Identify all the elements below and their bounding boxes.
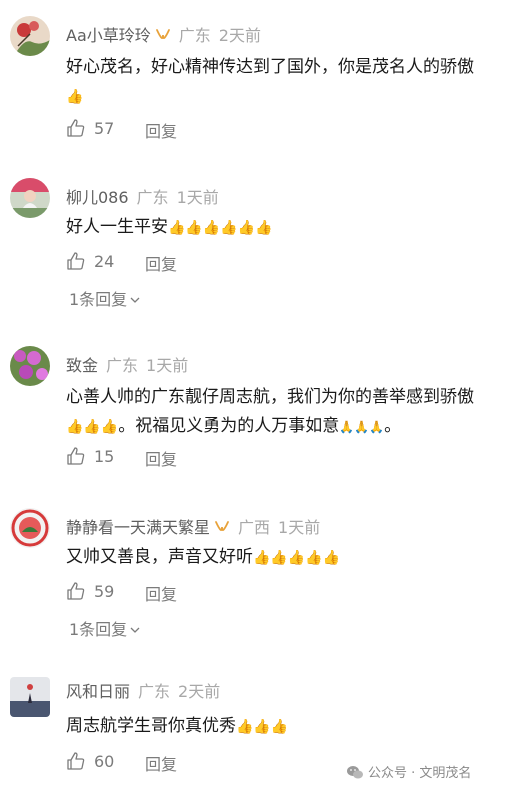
comment-header: 柳儿086 广东 1天前 xyxy=(66,187,219,209)
pray-emoji: 🙏🙏🙏 xyxy=(339,420,385,434)
comment-body: 好心茂名，好心精神传达到了国外，你是茂名人的骄傲 xyxy=(66,57,474,77)
thumbs-up-emoji: 👍👍👍 xyxy=(66,419,119,435)
location: 广东 xyxy=(138,682,171,701)
avatar[interactable] xyxy=(10,16,50,56)
comment-header: 致金 广东 1天前 xyxy=(66,355,188,377)
comment-header: 风和日丽 广东 2天前 xyxy=(66,681,220,703)
reply-button[interactable]: 回复 xyxy=(145,751,177,775)
comment-actions: 24 回复 xyxy=(66,251,177,275)
username[interactable]: 致金 xyxy=(66,356,98,375)
thumbs-up-emoji: 👍👍👍👍👍 xyxy=(253,550,341,566)
thumbs-up-icon xyxy=(66,251,86,275)
like-count: 59 xyxy=(94,582,115,601)
comment-body: 又帅又善良，声音又好听 xyxy=(66,547,253,567)
avatar[interactable] xyxy=(10,346,50,386)
wechat-icon xyxy=(346,765,364,784)
like-button[interactable]: 60 xyxy=(66,752,114,771)
view-replies-link[interactable]: 1条回复 xyxy=(69,286,140,310)
fan-badge-icon xyxy=(155,27,171,49)
comment-item: 静静看一天满天繁星 广西 1天前 又帅又善良，声音又好听👍👍👍👍👍 59 回复 1条… xyxy=(0,508,509,643)
thumbs-up-emoji: 👍👍👍 xyxy=(236,719,289,735)
comment-text: 心善人帅的广东靓仔周志航，我们为你的善举感到骄傲 👍👍👍。祝福见义勇为的人万事如… xyxy=(66,383,496,442)
replies-count: 1条回复 xyxy=(69,290,128,309)
location: 广东 xyxy=(136,188,169,207)
comment-item: 致金 广东 1天前 心善人帅的广东靓仔周志航，我们为你的善举感到骄傲 👍👍👍。祝福见… xyxy=(0,346,509,476)
comment-body-cont: 。祝福见义勇为的人万事如意 xyxy=(118,416,340,436)
reply-button[interactable]: 回复 xyxy=(145,251,177,275)
username[interactable]: 风和日丽 xyxy=(66,682,130,701)
view-replies-link[interactable]: 1条回复 xyxy=(69,616,140,640)
comment-body: 心善人帅的广东靓仔周志航，我们为你的善举感到骄傲 xyxy=(66,387,474,407)
comment-actions: 57 回复 xyxy=(66,118,177,142)
thumbs-up-icon xyxy=(66,446,86,470)
comment-header: 静静看一天满天繁星 广西 1天前 xyxy=(66,517,320,541)
fan-badge-icon xyxy=(214,519,230,541)
comment-item: 柳儿086 广东 1天前 好人一生平安👍👍👍👍👍👍 24 回复 1条回复 xyxy=(0,178,509,313)
like-count: 57 xyxy=(94,119,115,138)
like-count: 60 xyxy=(94,752,115,771)
avatar[interactable] xyxy=(10,508,50,548)
comment-actions: 60 回复 xyxy=(66,751,177,775)
timestamp: 2天前 xyxy=(218,26,261,45)
timestamp: 1天前 xyxy=(146,356,189,375)
like-count: 15 xyxy=(94,447,115,466)
chevron-down-icon xyxy=(130,289,140,308)
timestamp: 1天前 xyxy=(278,518,321,537)
source-text: 公众号 · 文明茂名 xyxy=(368,766,472,781)
thumbs-up-emoji: 👍 xyxy=(66,89,84,105)
like-button[interactable]: 57 xyxy=(66,119,114,138)
avatar[interactable] xyxy=(10,677,50,717)
thumbs-up-icon xyxy=(66,581,86,605)
thumbs-up-icon xyxy=(66,751,86,775)
reply-button[interactable]: 回复 xyxy=(145,581,177,605)
timestamp: 1天前 xyxy=(176,188,219,207)
comment-actions: 59 回复 xyxy=(66,581,177,605)
chevron-down-icon xyxy=(130,619,140,638)
location: 广东 xyxy=(178,26,211,45)
location: 广西 xyxy=(238,518,271,537)
username[interactable]: Aa小草玲玲 xyxy=(66,26,151,45)
avatar[interactable] xyxy=(10,178,50,218)
comment-text: 好心茂名，好心精神传达到了国外，你是茂名人的骄傲 👍 xyxy=(66,53,496,112)
source-watermark: 公众号 · 文明茂名 xyxy=(346,762,471,784)
comment-body-end: 。 xyxy=(384,416,402,436)
comment-text: 周志航学生哥你真优秀👍👍👍 xyxy=(66,712,496,742)
username[interactable]: 静静看一天满天繁星 xyxy=(66,518,210,537)
reply-button[interactable]: 回复 xyxy=(145,118,177,142)
thumbs-up-emoji: 👍👍👍👍👍👍 xyxy=(168,220,273,236)
timestamp: 2天前 xyxy=(178,682,221,701)
comment-text: 又帅又善良，声音又好听👍👍👍👍👍 xyxy=(66,543,496,573)
comment-body: 好人一生平安 xyxy=(66,217,168,237)
replies-count: 1条回复 xyxy=(69,620,128,639)
like-button[interactable]: 15 xyxy=(66,447,114,466)
comment-header: Aa小草玲玲 广东 2天前 xyxy=(66,25,261,49)
comment-actions: 15 回复 xyxy=(66,446,177,470)
thumbs-up-icon xyxy=(66,118,86,142)
reply-button[interactable]: 回复 xyxy=(145,446,177,470)
like-count: 24 xyxy=(94,252,115,271)
comment-body: 周志航学生哥你真优秀 xyxy=(66,716,236,736)
comment-text: 好人一生平安👍👍👍👍👍👍 xyxy=(66,213,496,243)
comment-item: Aa小草玲玲 广东 2天前 好心茂名，好心精神传达到了国外，你是茂名人的骄傲 👍 5… xyxy=(0,16,509,146)
like-button[interactable]: 59 xyxy=(66,582,114,601)
username[interactable]: 柳儿086 xyxy=(66,188,129,207)
location: 广东 xyxy=(106,356,139,375)
like-button[interactable]: 24 xyxy=(66,252,114,271)
